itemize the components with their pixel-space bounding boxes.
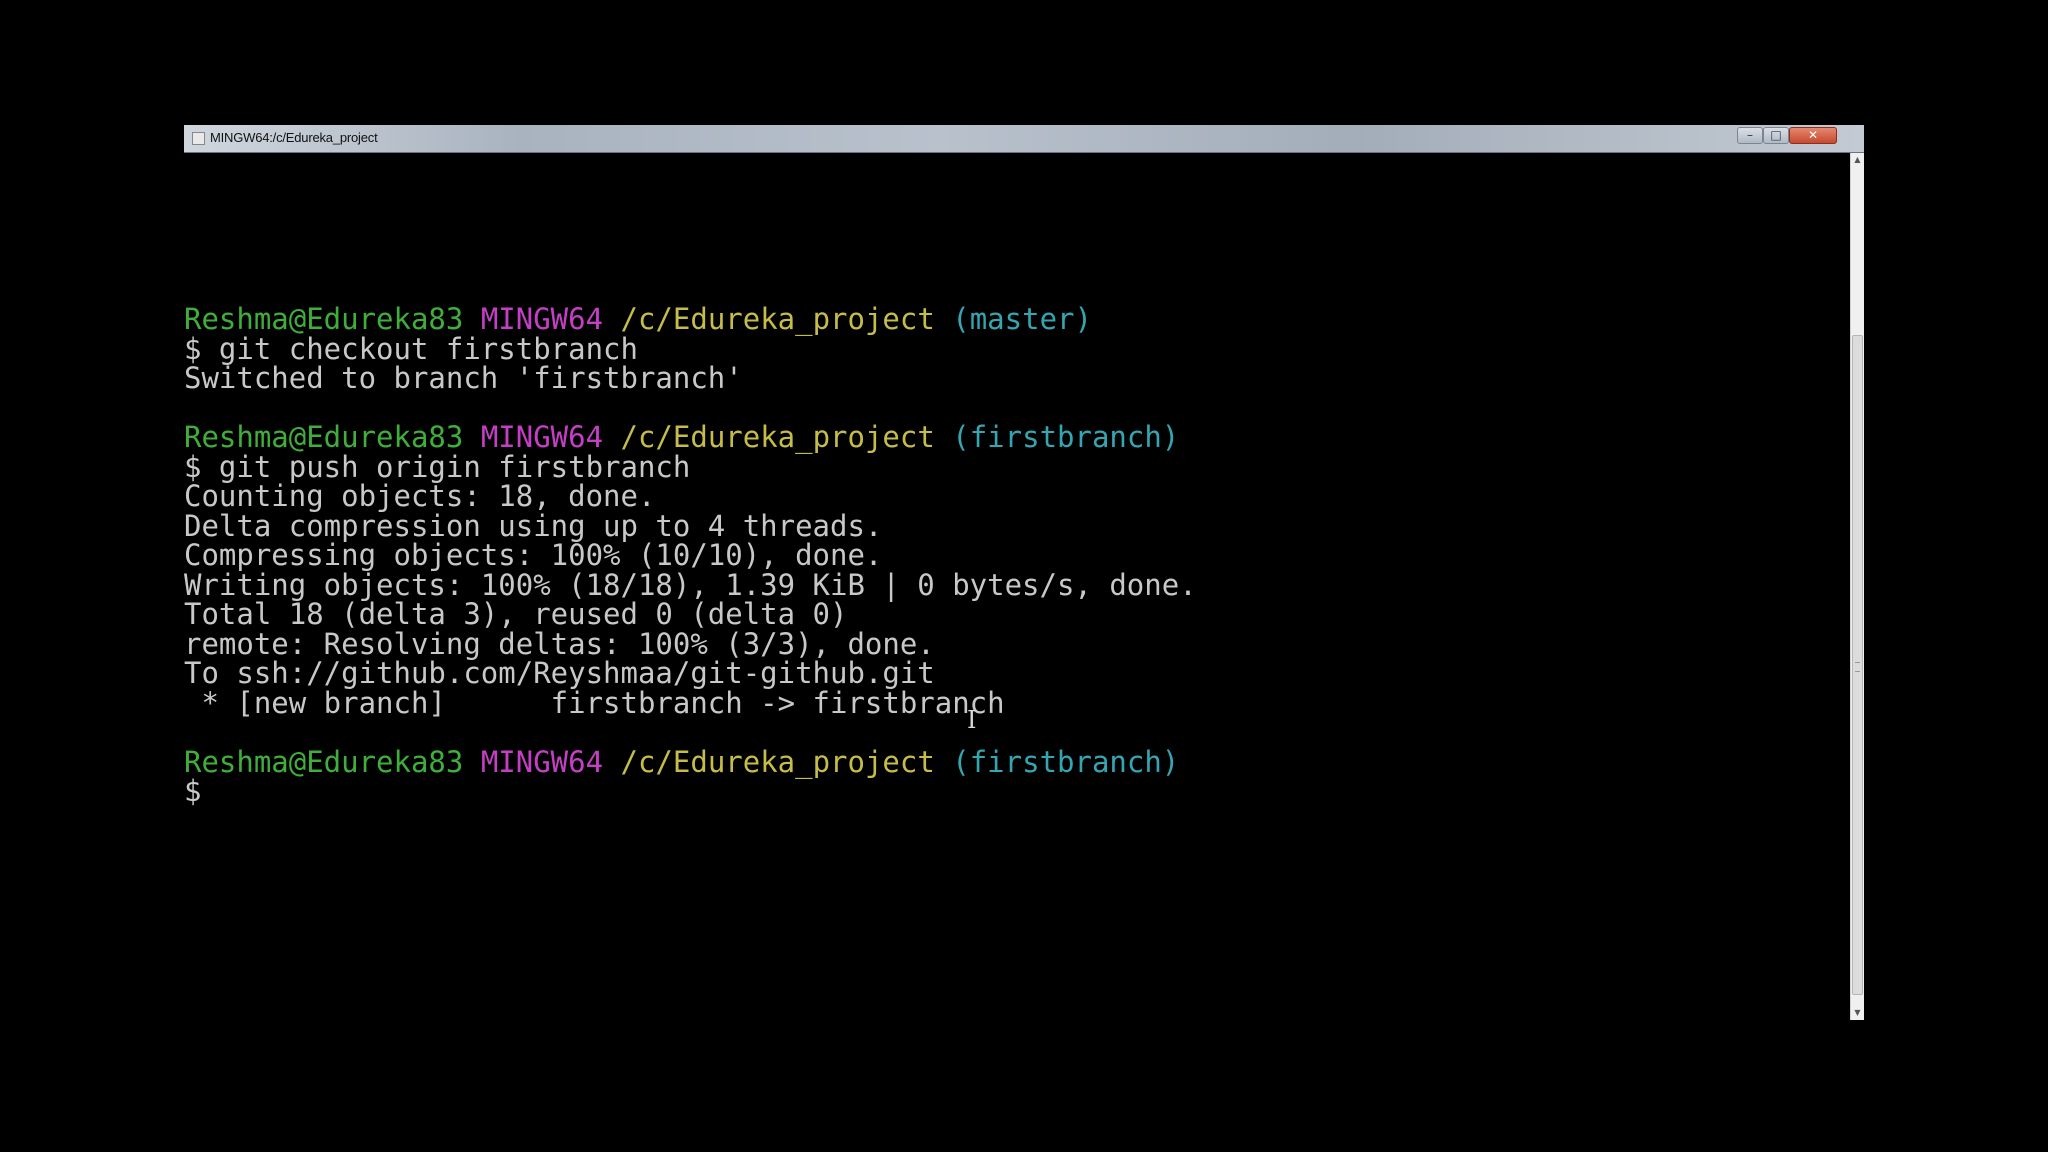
prompt-path: /c/Edureka_project [620,420,935,454]
scroll-up-arrow-icon[interactable]: ▲ [1851,153,1864,167]
prompt-system: MINGW64 [480,420,604,454]
text-ibeam-cursor-icon: I [967,706,977,734]
terminal-window: MINGW64:/c/Edureka_project – □ ✕ Reshma@… [184,125,1864,1020]
prompt-user-host: Reshma@Edureka83 [184,744,464,779]
terminal-app-icon[interactable] [192,132,205,145]
prompt-path: /c/Edureka_project [620,302,935,336]
minimize-icon: – [1747,128,1753,142]
scroll-grip-icon [1855,662,1860,672]
minimize-button[interactable]: – [1737,127,1763,144]
output-line: Total 18 (delta 3), reused 0 (delta 0) [184,597,848,631]
command-line: $ git push origin firstbranch [184,449,691,484]
maximize-icon: □ [1770,128,1782,142]
prompt-line: Reshma@Edureka83 MINGW64 /c/Edureka_proj… [184,744,1180,779]
output-line: Switched to branch 'firstbranch' [184,361,743,395]
scroll-down-arrow-icon[interactable]: ▼ [1851,1006,1864,1020]
prompt-user-host: Reshma@Edureka83 [184,302,464,336]
prompt-branch: (master) [952,302,1092,336]
terminal-output-area[interactable]: Reshma@Edureka83 MINGW64 /c/Edureka_proj… [184,153,1850,1020]
maximize-button[interactable]: □ [1763,127,1789,144]
prompt-branch: (firstbranch) [952,744,1180,779]
vertical-scrollbar[interactable]: ▲ ▼ [1850,153,1864,1020]
prompt-system: MINGW64 [480,744,604,779]
output-line: Writing objects: 100% (18/18), 1.39 KiB … [184,567,1197,602]
output-line: Counting objects: 18, done. [184,479,656,513]
title-bar[interactable]: MINGW64:/c/Edureka_project – □ ✕ [184,125,1864,153]
prompt-user-host: Reshma@Edureka83 [184,420,464,454]
prompt-path: /c/Edureka_project [620,744,935,779]
prompt-line: Reshma@Edureka83 MINGW64 /c/Edureka_proj… [184,420,1180,454]
prompt-branch: (firstbranch) [952,420,1180,454]
close-button[interactable]: ✕ [1789,127,1837,144]
output-line: Compressing objects: 100% (10/10), done. [184,538,883,572]
output-line: Delta compression using up to 4 threads. [184,508,883,543]
close-icon: ✕ [1807,128,1819,142]
output-line: remote: Resolving deltas: 100% (3/3), do… [184,626,935,661]
prompt-system: MINGW64 [480,302,604,336]
output-line: To ssh://github.com/Reyshmaa/git-github.… [184,656,935,690]
window-title: MINGW64:/c/Edureka_project [210,130,378,145]
output-line: * [new branch] firstbranch -> firstbranc… [184,685,1005,720]
command-prompt-input[interactable]: $ [184,776,201,807]
command-line: $ git checkout firstbranch [184,331,638,366]
prompt-line: Reshma@Edureka83 MINGW64 /c/Edureka_proj… [184,302,1092,336]
scroll-thumb[interactable] [1852,335,1863,995]
